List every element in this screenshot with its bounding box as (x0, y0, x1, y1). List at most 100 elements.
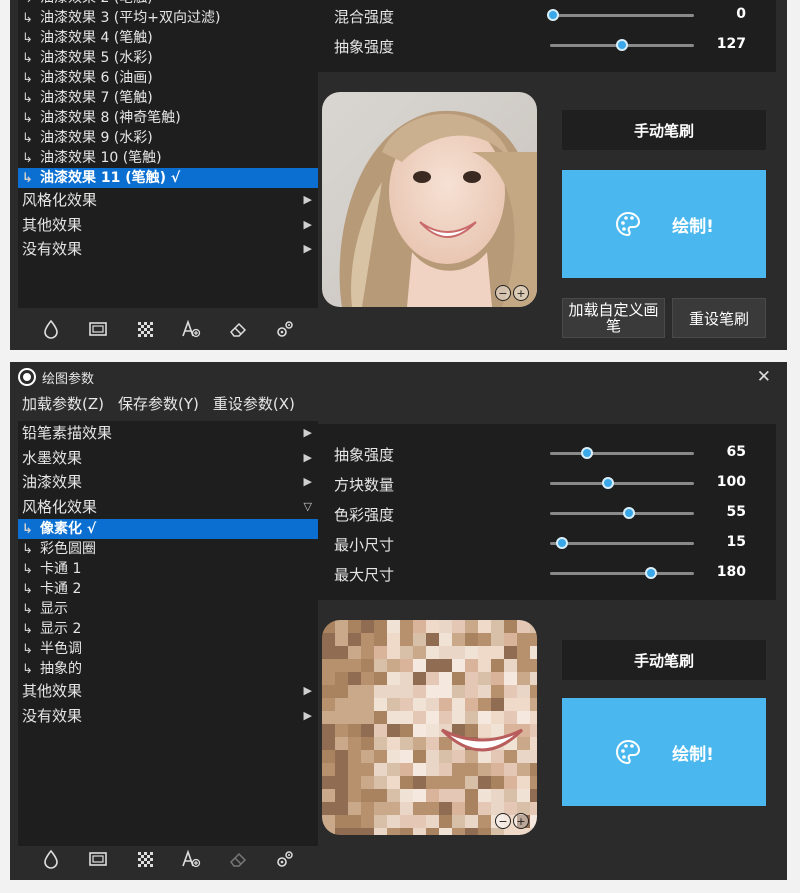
slider-track[interactable] (550, 507, 694, 519)
tree-effect-item[interactable]: ↳ 油漆效果 3 (平均+双向过滤) (18, 8, 318, 28)
menu-save-params[interactable]: 保存参数(Y) (118, 393, 199, 419)
tree-effect-item[interactable]: ↳ 显示 (18, 599, 318, 619)
portrait-image (322, 92, 537, 307)
tree-item-label: 油漆效果 7 (笔触) (40, 90, 153, 106)
tree-item-label: 油漆效果 8 (神奇笔触) (40, 110, 181, 126)
water-drop-icon[interactable] (38, 316, 64, 342)
zoom-out-icon[interactable]: − (495, 813, 511, 829)
slider-label: 最小尺寸 (334, 536, 395, 554)
tree-category[interactable]: 铅笔素描效果 ▶ (18, 421, 318, 446)
slider-thumb[interactable] (623, 507, 636, 519)
effect-tree-bottom[interactable]: 铅笔素描效果 ▶ 水墨效果 ▶ 油漆效果 ▶ 风格化效果 ▽ ↳ 像素化 √ ↳ 彩色圆圈 ↳ 卡通 1 ↳… (18, 421, 318, 846)
manual-brush-button[interactable]: 手动笔刷 (562, 110, 766, 150)
child-arrow-icon: ↳ (22, 111, 33, 126)
preview-image-bottom[interactable]: − + (322, 620, 537, 835)
tree-effect-item[interactable]: ↳ 半色调 (18, 639, 318, 659)
slider-thumb[interactable] (616, 39, 628, 51)
zoom-out-icon[interactable]: − (495, 285, 511, 301)
pixelated-portrait-image (322, 620, 537, 835)
slider-label: 方块数量 (334, 476, 395, 494)
caret-right-icon[interactable]: ▶ (304, 704, 312, 729)
eraser-icon[interactable] (225, 846, 251, 872)
painting-panel-top: ↳油漆效果 2 (笔触)↳油漆效果 3 (平均+双向过滤)↳油漆效果 4 (笔触… (10, 0, 787, 350)
manual-brush-button[interactable]: 手动笔刷 (562, 640, 766, 680)
tree-effect-item[interactable]: ↳ 油漆效果 11 (笔触) √ (18, 168, 318, 188)
tree-effect-item[interactable]: ↳ 像素化 √ (18, 519, 318, 539)
caret-right-icon[interactable]: ▶ (304, 237, 312, 262)
tree-category[interactable]: 其他效果 ▶ (18, 679, 318, 704)
slider-thumb[interactable] (555, 537, 568, 549)
menu-bar: 加载参数(Z) 保存参数(Y) 重设参数(X) (10, 393, 295, 419)
gears-icon[interactable] (272, 846, 298, 872)
preview-image-top[interactable]: − + (322, 92, 537, 307)
tree-effect-item[interactable]: ↳ 卡通 2 (18, 579, 318, 599)
slider-value: 180 (716, 564, 746, 580)
tree-category[interactable]: 没有效果 ▶ (18, 237, 318, 262)
child-arrow-icon: ↳ (22, 171, 33, 186)
slider-thumb[interactable] (581, 447, 594, 459)
tree-effect-item[interactable]: ↳ 油漆效果 5 (水彩) (18, 48, 318, 68)
tree-effect-item[interactable]: ↳ 油漆效果 8 (神奇笔触) (18, 108, 318, 128)
caret-right-icon[interactable]: ▶ (304, 421, 312, 446)
caret-right-icon[interactable]: ▶ (304, 446, 312, 471)
load-custom-brush-button[interactable]: 加载自定义画笔 (562, 298, 665, 338)
slider-value: 55 (726, 504, 746, 520)
eraser-icon[interactable] (225, 316, 251, 342)
tree-category[interactable]: 风格化效果 ▽ (18, 495, 318, 520)
slider-track[interactable] (550, 447, 694, 459)
tree-category[interactable]: 没有效果 ▶ (18, 704, 318, 729)
caret-right-icon[interactable]: ▶ (304, 188, 312, 213)
tree-effect-item[interactable]: ↳油漆效果 2 (笔触) (18, 0, 318, 8)
frame-icon[interactable] (85, 846, 111, 872)
checker-icon[interactable] (132, 316, 158, 342)
zoom-in-icon[interactable]: + (513, 285, 529, 301)
tree-item-label: 铅笔素描效果 (22, 424, 113, 442)
slider-thumb[interactable] (644, 567, 657, 579)
text-add-icon[interactable] (178, 846, 204, 872)
slider-thumb[interactable] (601, 477, 614, 489)
effect-tree-top[interactable]: ↳油漆效果 2 (笔触)↳油漆效果 3 (平均+双向过滤)↳油漆效果 4 (笔触… (18, 0, 318, 308)
slider-track[interactable] (550, 39, 694, 51)
tree-category[interactable]: 水墨效果 ▶ (18, 446, 318, 471)
reset-brush-button[interactable]: 重设笔刷 (672, 298, 766, 338)
menu-load-params[interactable]: 加载参数(Z) (22, 393, 104, 419)
tree-effect-item[interactable]: ↳ 抽象的 (18, 659, 318, 679)
tree-item-label: 像素化 √ (40, 521, 97, 537)
menu-reset-params[interactable]: 重设参数(X) (213, 393, 295, 419)
slider-panel-top: 混合强度 0 抽象强度 127 (318, 0, 776, 72)
caret-right-icon[interactable]: ▶ (304, 213, 312, 238)
close-icon[interactable]: ✕ (757, 367, 771, 387)
tree-item-label: 油漆效果 9 (水彩) (40, 130, 153, 146)
slider-track[interactable] (550, 567, 694, 579)
checker-icon[interactable] (132, 846, 158, 872)
text-add-icon[interactable] (178, 316, 204, 342)
frame-icon[interactable] (85, 316, 111, 342)
caret-right-icon[interactable]: ▶ (304, 679, 312, 704)
child-arrow-icon: ↳ (22, 51, 33, 66)
tree-effect-item[interactable]: ↳ 油漆效果 10 (笔触) (18, 148, 318, 168)
tree-effect-item[interactable]: ↳ 卡通 1 (18, 559, 318, 579)
caret-right-icon[interactable]: ▶ (304, 470, 312, 495)
tree-effect-item[interactable]: ↳ 油漆效果 4 (笔触) (18, 28, 318, 48)
tree-effect-item[interactable]: ↳ 油漆效果 7 (笔触) (18, 88, 318, 108)
slider-track[interactable] (550, 477, 694, 489)
zoom-in-icon[interactable]: + (513, 813, 529, 829)
slider-track[interactable] (550, 537, 694, 549)
tree-item-label: 卡通 1 (40, 561, 82, 577)
draw-button[interactable]: 绘制! (562, 170, 766, 278)
draw-button[interactable]: 绘制! (562, 698, 766, 806)
tree-effect-item[interactable]: ↳ 显示 2 (18, 619, 318, 639)
tree-category[interactable]: 风格化效果 ▶ (18, 188, 318, 213)
tree-effect-item[interactable]: ↳ 油漆效果 9 (水彩) (18, 128, 318, 148)
tree-category[interactable]: 其他效果 ▶ (18, 213, 318, 238)
slider-thumb[interactable] (546, 9, 559, 21)
caret-down-icon[interactable]: ▽ (304, 495, 312, 520)
tree-effect-item[interactable]: ↳ 彩色圆圈 (18, 539, 318, 559)
slider-value: 0 (736, 6, 746, 22)
slider-track[interactable] (546, 9, 694, 21)
tree-category[interactable]: 油漆效果 ▶ (18, 470, 318, 495)
water-drop-icon[interactable] (38, 846, 64, 872)
tree-effect-item[interactable]: ↳ 油漆效果 6 (油画) (18, 68, 318, 88)
child-arrow-icon: ↳ (22, 582, 33, 597)
gears-icon[interactable] (272, 316, 298, 342)
